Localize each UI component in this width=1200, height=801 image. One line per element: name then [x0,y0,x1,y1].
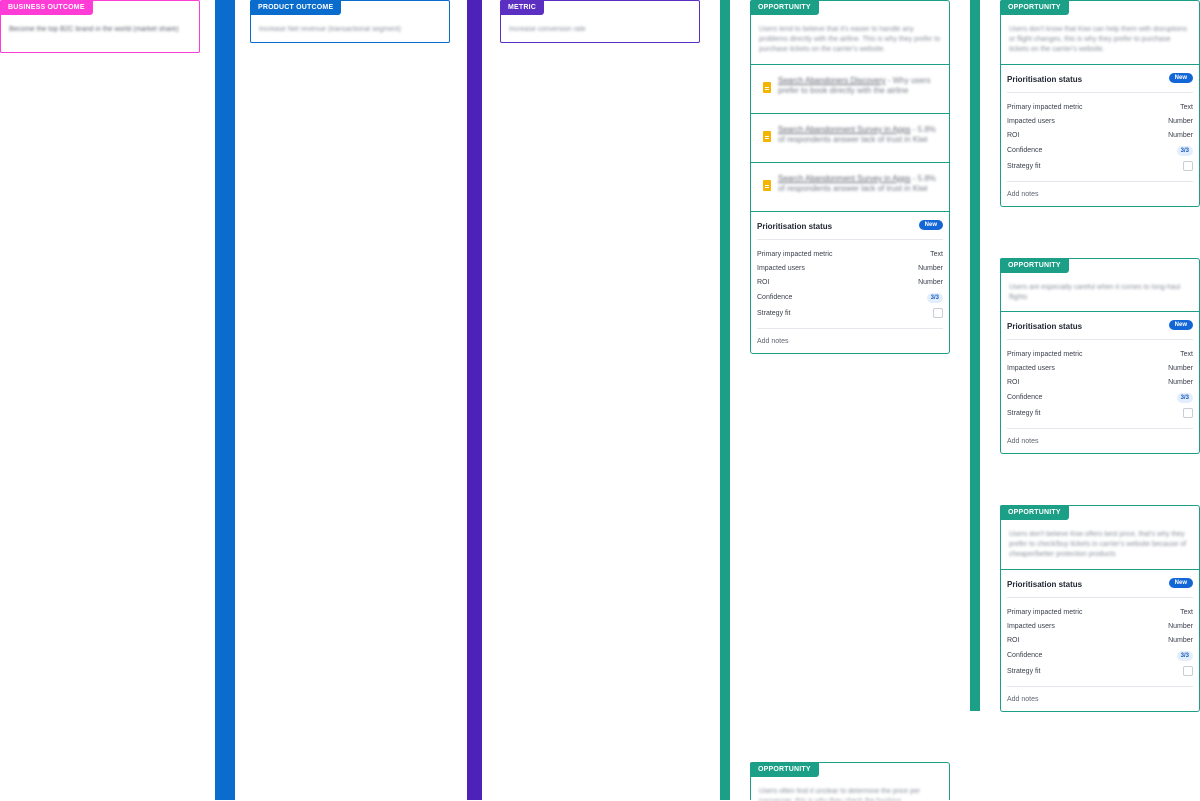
metric-tag: Metric [500,0,545,15]
confidence-row[interactable]: Confidence 3/3 [1007,145,1193,159]
metric-row[interactable]: Primary impacted metric Text [1007,349,1193,363]
users-row[interactable]: Impacted users Number [1007,116,1193,130]
opportunity-description: Users tend to believe that it's easier t… [759,26,941,53]
metric-row[interactable]: Primary impacted metric Text [757,249,943,263]
prioritisation-section: Prioritisation status New Primary impact… [751,211,949,355]
users-row[interactable]: Impacted users Number [1007,621,1193,635]
metric-card[interactable]: Metric Increase conversion rate [500,0,700,43]
roi-row[interactable]: ROI Number [1007,130,1193,144]
strategy-row: Strategy fit [757,308,943,322]
strategy-fit-checkbox[interactable] [1183,161,1193,171]
product-outcome-tag: Product Outcome [250,0,342,15]
opportunity-card[interactable]: Opportunity Users don't know that Kiwi c… [1000,0,1200,207]
metric-text: Increase conversion rate [509,26,586,33]
add-notes-button[interactable]: Add notes [757,338,789,345]
confidence-pill: 3/3 [1176,651,1193,661]
opportunity-tag: Opportunity [1000,505,1069,520]
add-notes-button[interactable]: Add notes [1007,438,1039,445]
connector-bar-green-right [970,0,980,711]
evidence-item[interactable]: Search Abandonment Survey in Apps - 5.8%… [751,113,949,162]
opportunity-card[interactable]: Opportunity Users tend to believe that i… [750,0,950,354]
divider [1007,686,1193,687]
opportunity-tag: Opportunity [750,762,819,777]
opportunity-card[interactable]: Opportunity Users don't believe Kiwi off… [1000,505,1200,712]
status-badge[interactable]: New [1168,578,1193,588]
opportunity-card[interactable]: Opportunity Users often find it unclear … [750,762,950,801]
opportunity-tag: Opportunity [1000,258,1069,273]
connector-bar-purple [467,0,482,800]
roi-row[interactable]: ROI Number [1007,377,1193,391]
roi-row[interactable]: ROI Number [757,277,943,291]
strategy-row: Strategy fit [1007,161,1193,175]
strategy-row: Strategy fit [1007,408,1193,422]
users-row[interactable]: Impacted users Number [1007,363,1193,377]
evidence-item[interactable]: Search Abandoners Discovery - Why users … [751,64,949,113]
divider [757,328,943,329]
status-badge[interactable]: New [1168,320,1193,330]
divider [1007,428,1193,429]
confidence-row[interactable]: Confidence 3/3 [1007,650,1193,664]
strategy-fit-checkbox[interactable] [1183,666,1193,676]
metric-row[interactable]: Primary impacted metric Text [1007,607,1193,621]
prioritisation-section: Prioritisation status New Primary impact… [1001,311,1199,455]
evidence-link[interactable]: Search Abandoners Discovery [778,76,886,85]
business-outcome-card[interactable]: Business Outcome Become the top B2C bran… [0,0,200,53]
product-outcome-card[interactable]: Product Outcome Increase Net revenue (tr… [250,0,450,43]
opportunity-description: Users often find it unclear to determine… [759,788,921,801]
confidence-pill: 3/3 [1176,146,1193,156]
document-icon [763,82,771,93]
connector-bar-blue [215,0,235,800]
confidence-pill: 3/3 [926,293,943,303]
evidence-link[interactable]: Search Abandonment Survey in Apps [778,125,911,134]
opportunity-description: Users don't know that Kiwi can help them… [1009,26,1187,53]
confidence-pill: 3/3 [1176,393,1193,403]
prioritisation-title: Prioritisation status [1007,580,1083,589]
divider [1007,181,1193,182]
opportunity-tag: Opportunity [750,0,819,15]
product-outcome-text: Increase Net revenue (transactional segm… [259,26,402,33]
status-badge[interactable]: New [1168,73,1193,83]
document-icon [763,180,771,191]
prioritisation-section: Prioritisation status New Primary impact… [1001,569,1199,713]
confidence-row[interactable]: Confidence 3/3 [1007,392,1193,406]
users-row[interactable]: Impacted users Number [757,263,943,277]
opportunity-tag: Opportunity [1000,0,1069,15]
add-notes-button[interactable]: Add notes [1007,191,1039,198]
business-outcome-text: Become the top B2C brand in the world (m… [9,26,179,33]
business-outcome-tag: Business Outcome [0,0,93,15]
opportunity-description: Users don't believe Kiwi offers best pri… [1009,531,1187,558]
prioritisation-title: Prioritisation status [1007,75,1083,84]
strategy-row: Strategy fit [1007,666,1193,680]
prioritisation-section: Prioritisation status New Primary impact… [1001,64,1199,208]
prioritisation-title: Prioritisation status [1007,322,1083,331]
connector-bar-green [720,0,730,800]
metric-row[interactable]: Primary impacted metric Text [1007,102,1193,116]
evidence-item[interactable]: Search Abandonment Survey in Apps - 5.8%… [751,162,949,211]
evidence-link[interactable]: Search Abandonment Survey in Apps [778,174,911,183]
document-icon [763,131,771,142]
confidence-row[interactable]: Confidence 3/3 [757,292,943,306]
opportunity-card[interactable]: Opportunity Users are especially careful… [1000,258,1200,454]
opportunity-description: Users are especially careful when it com… [1009,284,1181,301]
strategy-fit-checkbox[interactable] [1183,408,1193,418]
strategy-fit-checkbox[interactable] [933,308,943,318]
add-notes-button[interactable]: Add notes [1007,696,1039,703]
status-badge[interactable]: New [918,220,943,230]
roi-row[interactable]: ROI Number [1007,635,1193,649]
prioritisation-title: Prioritisation status [757,222,833,231]
